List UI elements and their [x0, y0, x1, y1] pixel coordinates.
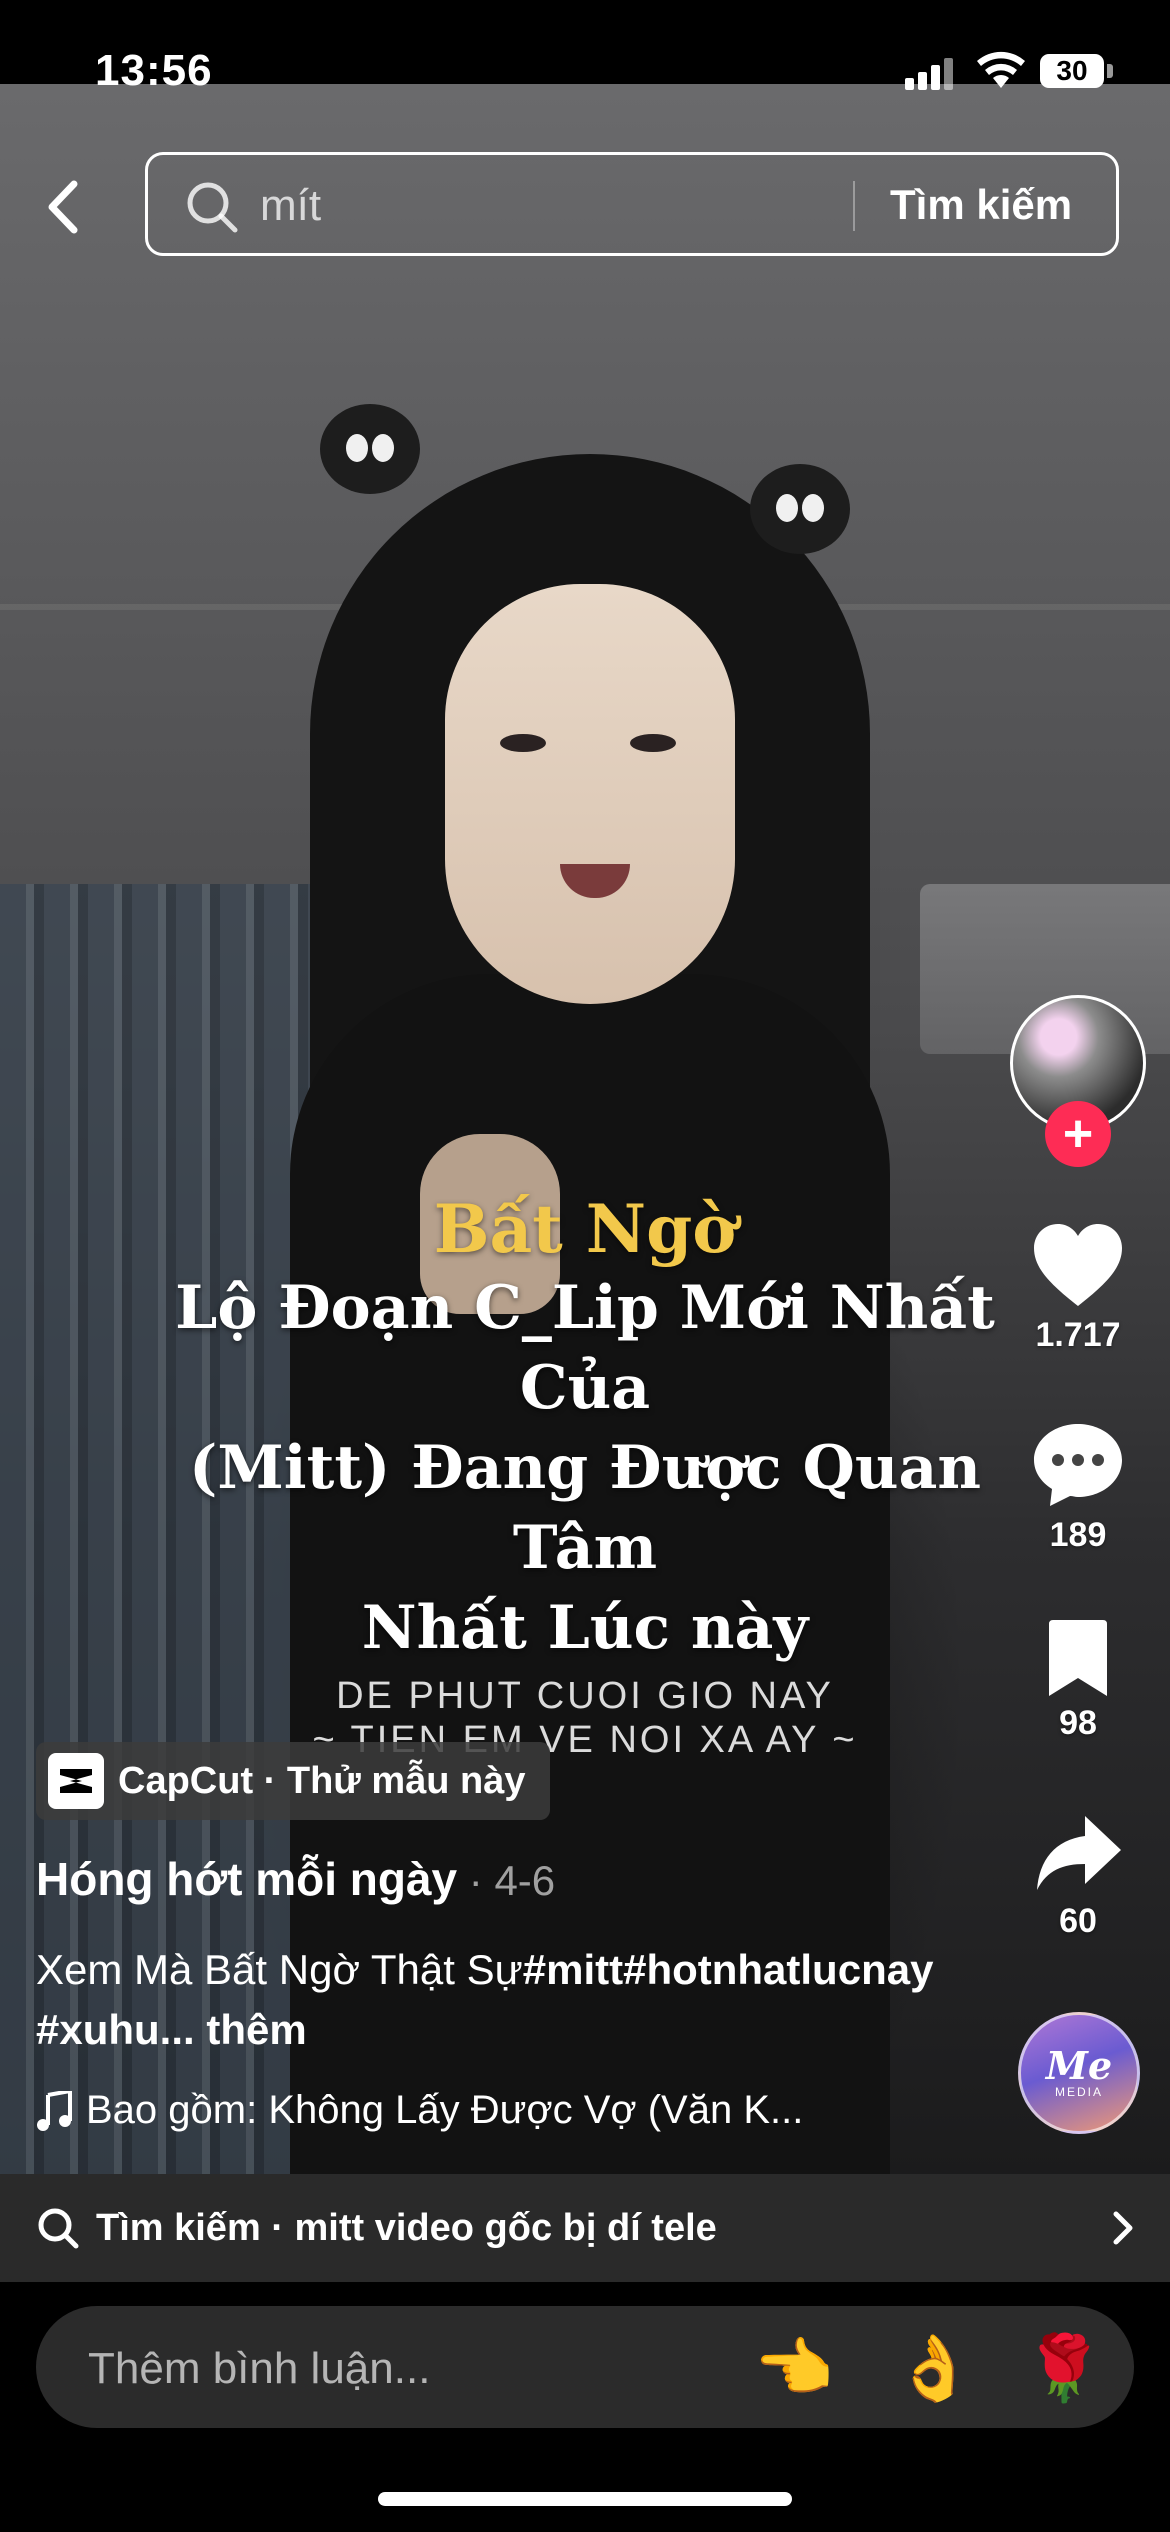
caption-title: Lộ Đoạn C_Lip Mới Nhất Của (Mitt) Đang Đ… — [175, 1273, 995, 1663]
chevron-right-icon — [1113, 2211, 1133, 2245]
comment-input[interactable]: Thêm bình luận... 👈 👌 🌹 — [36, 2306, 1134, 2428]
search-icon — [38, 2208, 79, 2249]
related-search-label: Tìm kiếm · mitt video gốc bị dí tele — [96, 2206, 717, 2249]
search-input[interactable]: mít — [260, 181, 321, 231]
like-button[interactable]: 1.717 — [1020, 1222, 1136, 1355]
heart-icon — [1034, 1224, 1122, 1306]
comment-count: 189 — [1049, 1516, 1107, 1554]
related-search-bar[interactable]: Tìm kiếm · mitt video gốc bị dí tele — [0, 2174, 1170, 2282]
back-button[interactable] — [30, 172, 100, 242]
hair-bun-right — [750, 464, 850, 554]
comment-bubble-icon — [1034, 1424, 1122, 1506]
save-button[interactable]: 98 — [1020, 1620, 1136, 1743]
comment-placeholder: Thêm bình luận... — [88, 2344, 431, 2393]
music-disc[interactable]: Me MEDIA — [1018, 2012, 1140, 2134]
share-count: 60 — [1059, 1902, 1097, 1940]
status-time: 13:56 — [95, 46, 213, 95]
capcut-label: CapCut · Thử mẫu này — [118, 1759, 526, 1802]
see-more-link[interactable]: thêm — [195, 2006, 306, 2053]
cellular-signal-icon — [905, 56, 955, 90]
search-icon — [187, 182, 238, 233]
post-description[interactable]: Xem Mà Bất Ngờ Thật Sự#mitt#hotnhatlucna… — [36, 1940, 936, 2060]
post-date: · 4-6 — [457, 1857, 556, 1904]
caption-highlight: Bất Ngờ — [433, 1190, 737, 1268]
author-row: Hóng hớt mỗi ngày · 4-6 — [36, 1852, 555, 1906]
screen: 13:56 30 mít Tìm kiếm Bất Ngờ Lộ Đoạn C_… — [0, 0, 1170, 2532]
battery-icon: 30 — [1040, 54, 1104, 88]
music-note-icon — [37, 2090, 72, 2131]
author-name[interactable]: Hóng hớt mỗi ngày — [36, 1853, 457, 1905]
capcut-template-chip[interactable]: CapCut · Thử mẫu này — [36, 1742, 550, 1820]
video-caption-overlay: Bất Ngờ Lộ Đoạn C_Lip Mới Nhất Của (Mitt… — [110, 1190, 1060, 1762]
status-bar: 13:56 30 — [0, 0, 1170, 95]
music-row[interactable]: Bao gồm: Không Lấy Được Vợ (Văn K... — [36, 2088, 803, 2133]
music-title: Bao gồm: Không Lấy Được Vợ (Văn K... — [86, 2088, 804, 2132]
search-button[interactable]: Tìm kiếm — [890, 181, 1072, 229]
follow-button[interactable]: + — [1045, 1101, 1111, 1167]
battery-cap — [1107, 64, 1113, 78]
wifi-icon — [977, 51, 1025, 88]
description-text: Xem Mà Bất Ngờ Thật Sự — [36, 1946, 523, 1993]
share-arrow-icon — [1037, 1816, 1121, 1890]
save-count: 98 — [1059, 1704, 1097, 1742]
search-box[interactable]: mít Tìm kiếm — [145, 152, 1119, 256]
search-divider — [853, 181, 855, 231]
share-button[interactable]: 60 — [1020, 1812, 1136, 1941]
caption-subtitle-line1: DE PHUT CUOI GIO NAY — [336, 1675, 834, 1717]
capcut-icon — [48, 1753, 104, 1809]
music-disc-subtext: MEDIA — [1054, 2085, 1103, 2099]
emoji-rose[interactable]: 🌹 — [1024, 2336, 1104, 2400]
hair-bun-left — [320, 404, 420, 494]
comment-button[interactable]: 189 — [1020, 1420, 1136, 1555]
subject-face — [445, 584, 735, 1004]
home-indicator[interactable] — [378, 2492, 792, 2506]
emoji-ok-hand[interactable]: 👌 — [894, 2336, 974, 2400]
bookmark-icon — [1049, 1620, 1107, 1696]
music-disc-logo: Me — [1045, 2043, 1113, 2088]
like-count: 1.717 — [1035, 1316, 1121, 1354]
emoji-pointing-left[interactable]: 👈 — [754, 2336, 834, 2400]
